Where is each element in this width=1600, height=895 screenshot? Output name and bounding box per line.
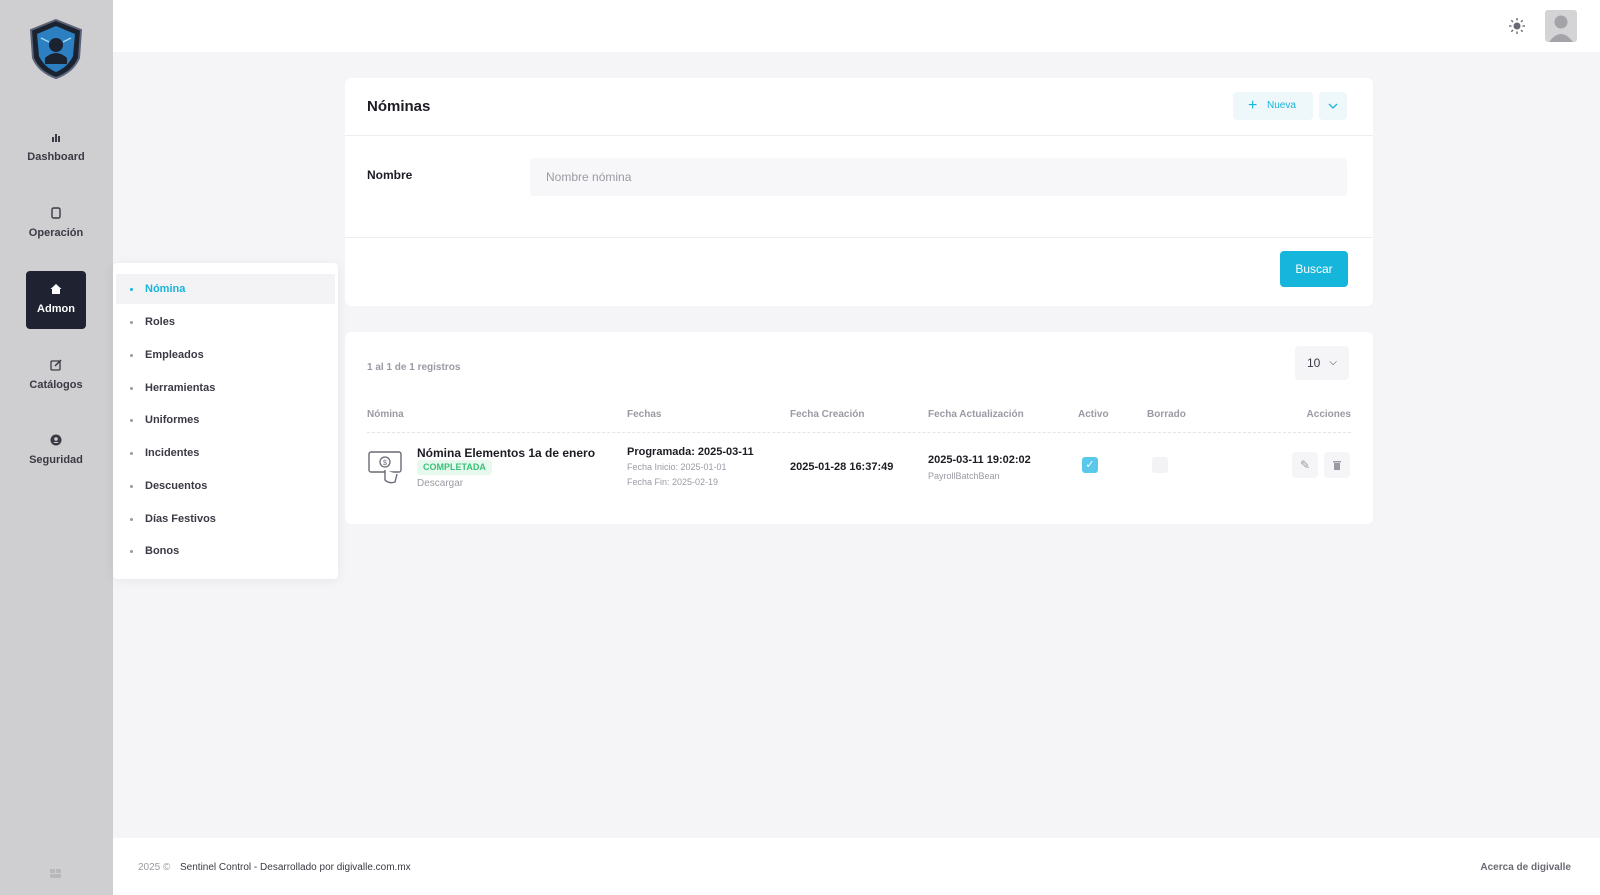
svg-text:$: $ — [383, 460, 387, 467]
home-icon — [50, 284, 62, 294]
submenu-item-incidentes[interactable]: Incidentes — [116, 438, 335, 468]
submenu-item-label: Descuentos — [145, 480, 208, 492]
col-header-fechas[interactable]: Fechas — [627, 409, 661, 420]
submenu-item-label: Bonos — [145, 545, 180, 557]
collapse-icon[interactable] — [50, 869, 62, 879]
name-search-input[interactable] — [530, 158, 1347, 196]
sun-icon[interactable] — [1508, 17, 1526, 35]
submenu-item-roles[interactable]: Roles — [116, 307, 335, 337]
chevron-down-icon: ⌵ — [1329, 357, 1337, 368]
bullet-icon — [130, 452, 133, 455]
about-link[interactable]: Acerca de digivalle — [1480, 862, 1571, 873]
bullet-icon — [130, 518, 133, 521]
options-dropdown-button[interactable] — [1319, 92, 1347, 120]
submenu-item-nomina[interactable]: Nómina — [116, 274, 335, 304]
page-title: Nóminas — [367, 98, 431, 115]
bullet-icon — [130, 550, 133, 553]
scheduled-date: Programada: 2025-03-11 — [627, 446, 754, 458]
bullet-icon — [130, 288, 133, 291]
nav-seguridad-label: Seguridad — [29, 454, 83, 466]
submenu-item-label: Empleados — [145, 349, 204, 361]
page-size-select[interactable]: 10 ⌵ — [1295, 346, 1349, 380]
new-button[interactable]: + Nueva — [1233, 92, 1313, 120]
submenu-item-herramientas[interactable]: Herramientas — [116, 373, 335, 403]
updated-date: 2025-03-11 19:02:02 — [928, 454, 1031, 466]
shield-logo-icon[interactable] — [27, 18, 85, 80]
payroll-icon: $ — [368, 451, 402, 484]
footer: 2025 © Sentinel Control - Desarrollado p… — [113, 838, 1600, 895]
submenu-item-empleados[interactable]: Empleados — [116, 340, 335, 370]
bar-chart-icon — [52, 134, 60, 142]
new-button-label: Nueva — [1267, 100, 1296, 111]
nav-dashboard[interactable]: Dashboard — [26, 119, 86, 177]
nav-admon[interactable]: Admon — [26, 271, 86, 329]
search-button[interactable]: Buscar — [1280, 251, 1348, 287]
submenu-item-label: Días Festivos — [145, 513, 216, 525]
col-header-borrado[interactable]: Borrado — [1147, 409, 1186, 420]
submenu-item-label: Herramientas — [145, 382, 216, 394]
pencil-icon: ✎ — [1299, 458, 1311, 472]
updated-by: PayrollBatchBean — [928, 471, 1000, 481]
payroll-name[interactable]: Nómina Elementos 1a de enero — [417, 446, 595, 460]
records-count: 1 al 1 de 1 registros — [367, 362, 461, 373]
nav-catalogos[interactable]: Catálogos — [26, 347, 86, 405]
header-divider — [345, 135, 1373, 136]
avatar[interactable] — [1545, 10, 1577, 42]
results-card: 1 al 1 de 1 registros 10 ⌵ Nómina Fechas… — [345, 332, 1373, 524]
sidebar: Dashboard Operación Admon Catálogos Segu… — [0, 0, 113, 895]
end-date: Fecha Fin: 2025-02-19 — [627, 477, 719, 487]
status-badge: COMPLETADA — [417, 460, 492, 475]
submenu-item-label: Incidentes — [145, 447, 200, 459]
active-checkbox[interactable]: ✓ — [1082, 457, 1098, 473]
edit-icon — [50, 359, 62, 371]
submenu-item-descuentos[interactable]: Descuentos — [116, 471, 335, 501]
delete-button[interactable] — [1324, 452, 1350, 478]
nav-operacion-label: Operación — [28, 227, 84, 239]
deleted-checkbox[interactable] — [1152, 457, 1168, 473]
admon-submenu: Nómina Roles Empleados Herramientas Unif… — [113, 263, 338, 579]
user-shield-icon — [50, 434, 62, 446]
footer-credits: Sentinel Control - Desarrollado por digi… — [180, 862, 411, 873]
chevron-down-icon — [1328, 103, 1338, 109]
plus-icon: + — [1248, 97, 1258, 114]
nav-seguridad[interactable]: Seguridad — [26, 422, 86, 480]
edit-button[interactable]: ✎ — [1292, 452, 1318, 478]
header-divider — [367, 432, 1351, 433]
col-header-fecha-actualizacion[interactable]: Fecha Actualización — [928, 409, 1024, 420]
submenu-item-label: Roles — [145, 316, 175, 328]
trash-icon — [1333, 461, 1341, 470]
bullet-icon — [130, 321, 133, 324]
bullet-icon — [130, 354, 133, 357]
footer-year: 2025 © — [138, 862, 171, 873]
created-date: 2025-01-28 16:37:49 — [790, 461, 894, 473]
col-header-activo[interactable]: Activo — [1078, 409, 1109, 420]
page-size-value: 10 — [1307, 356, 1321, 370]
form-divider — [345, 237, 1373, 238]
submenu-item-label: Nómina — [145, 283, 186, 295]
bullet-icon — [130, 387, 133, 390]
nav-dashboard-label: Dashboard — [27, 151, 85, 163]
search-card: Nóminas + Nueva Nombre Buscar — [345, 78, 1373, 306]
submenu-item-dias-festivos[interactable]: Días Festivos — [116, 504, 335, 534]
start-date: Fecha Inicio: 2025-01-01 — [627, 462, 727, 472]
col-header-fecha-creacion[interactable]: Fecha Creación — [790, 409, 864, 420]
nav-operacion[interactable]: Operación — [26, 195, 86, 253]
col-header-nomina[interactable]: Nómina — [367, 409, 404, 420]
col-header-acciones: Acciones — [1306, 409, 1351, 420]
submenu-item-uniformes[interactable]: Uniformes — [116, 405, 335, 435]
submenu-item-bonos[interactable]: Bonos — [116, 536, 335, 566]
user-avatar-icon — [1549, 15, 1573, 42]
bullet-icon — [130, 419, 133, 422]
download-link[interactable]: Descargar — [417, 478, 463, 489]
submenu-item-label: Uniformes — [145, 414, 200, 426]
top-bar — [113, 0, 1600, 52]
bullet-icon — [130, 485, 133, 488]
nav-catalogos-label: Catálogos — [29, 379, 83, 391]
nav-admon-label: Admon — [37, 303, 75, 315]
copy-icon — [51, 207, 61, 219]
name-field-label: Nombre — [367, 168, 413, 182]
